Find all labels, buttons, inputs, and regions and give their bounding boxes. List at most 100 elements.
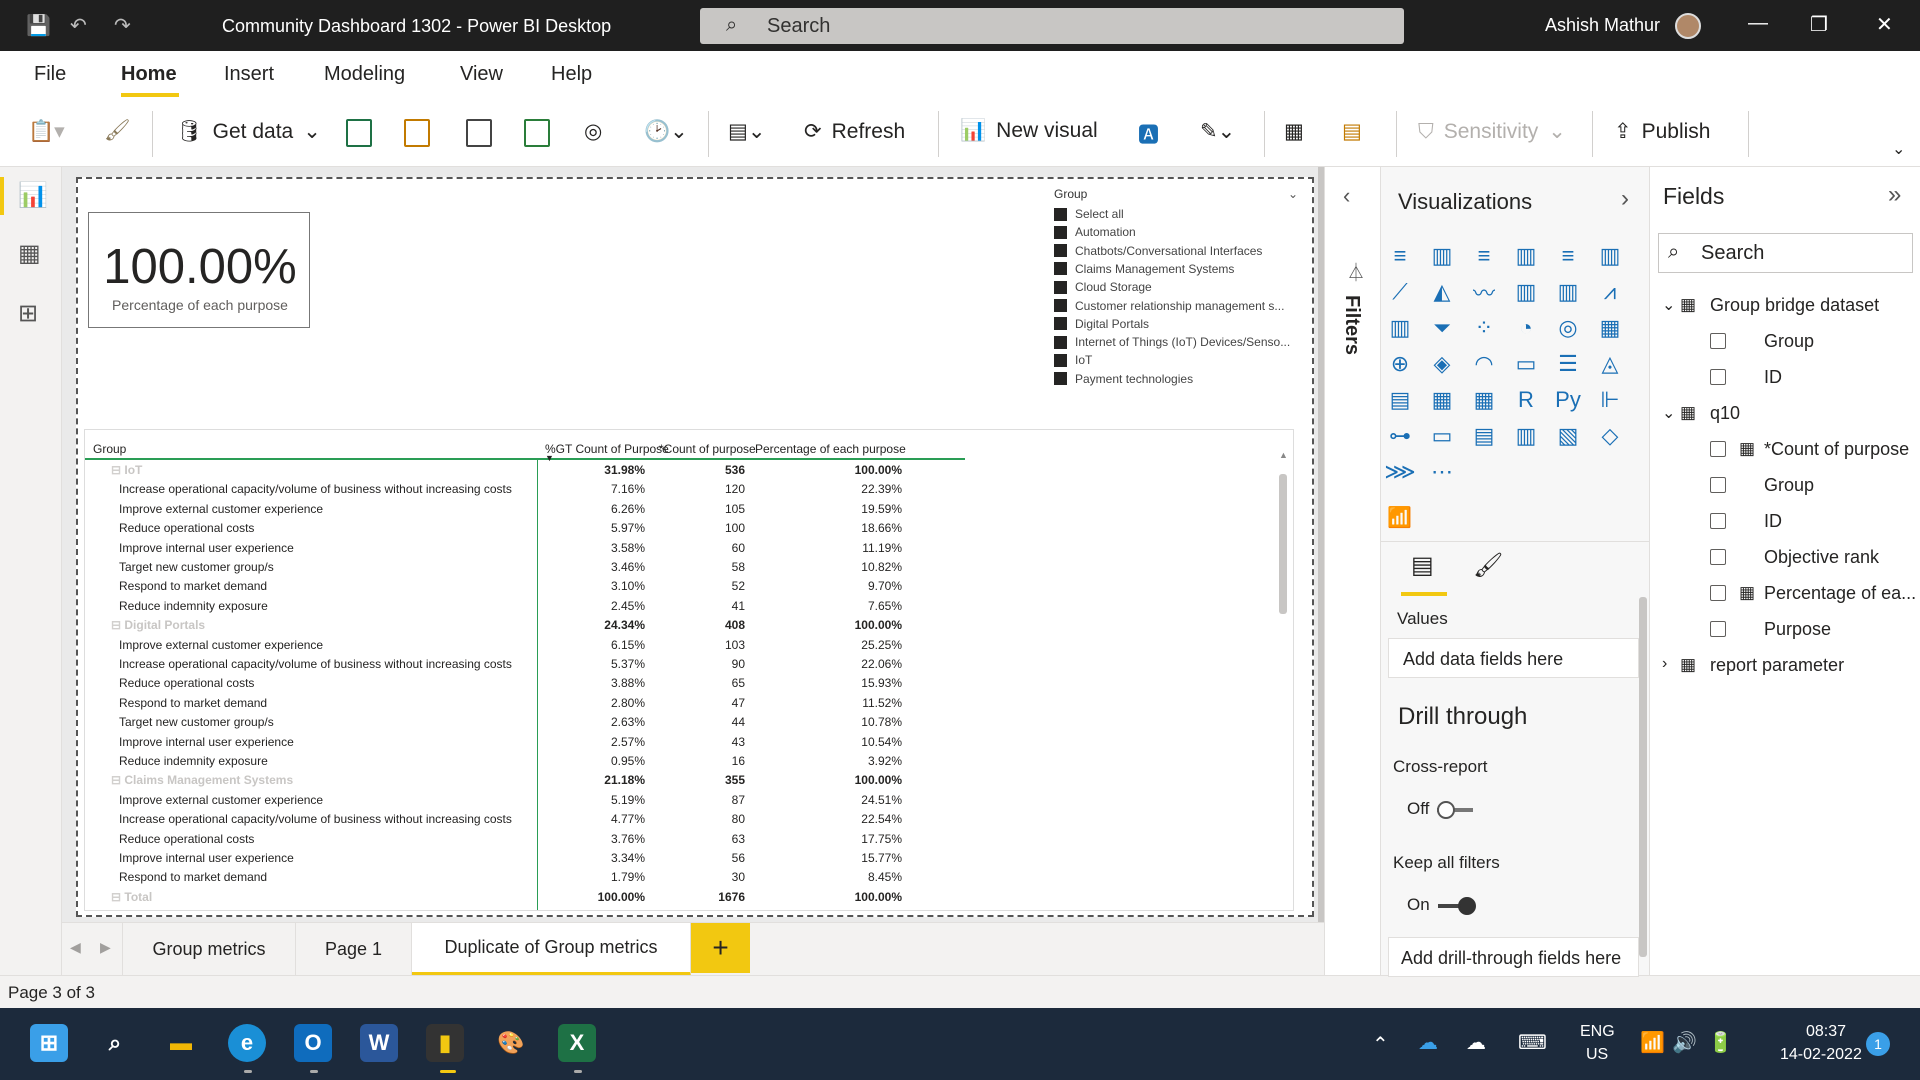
waterfall-icon[interactable]: ▥ bbox=[1387, 315, 1413, 341]
table-row[interactable]: Reduce operational costs 3.76% 63 17.75% bbox=[85, 829, 965, 848]
paint-icon[interactable]: 🎨 bbox=[492, 1024, 530, 1062]
user-name[interactable]: Ashish Mathur bbox=[1545, 15, 1660, 36]
edge-icon[interactable]: e bbox=[228, 1024, 266, 1062]
dataset-icon[interactable] bbox=[404, 119, 430, 147]
power-bi-icon[interactable]: ▮ bbox=[426, 1024, 464, 1062]
search-box[interactable]: ⌕ Search bbox=[700, 8, 1404, 44]
transform-data-icon[interactable]: ▤⌄ bbox=[728, 119, 765, 144]
values-drop-zone[interactable]: Add data fields here bbox=[1388, 638, 1639, 678]
new-measure-icon[interactable]: ▦ bbox=[1284, 119, 1304, 144]
fields-search-input[interactable]: Search bbox=[1658, 233, 1913, 273]
dataverse-icon[interactable]: ◎ bbox=[584, 119, 602, 144]
text-box-icon[interactable]: 🅰 bbox=[1138, 119, 1159, 149]
redo-icon[interactable]: ↷ bbox=[114, 13, 131, 38]
table-row[interactable]: Reduce indemnity exposure 2.45% 41 7.65% bbox=[85, 596, 965, 615]
area-icon[interactable]: ◭ bbox=[1429, 279, 1455, 305]
table-row[interactable]: Improve external customer experience 6.26… bbox=[85, 499, 965, 518]
report-view-icon[interactable]: 📊 bbox=[18, 181, 48, 210]
tab-insert[interactable]: Insert bbox=[224, 63, 274, 86]
datamart-icon[interactable] bbox=[466, 119, 492, 147]
chevron-down-icon[interactable]: ⌄ bbox=[1662, 295, 1675, 315]
checkbox[interactable] bbox=[1710, 441, 1726, 457]
checkbox[interactable] bbox=[1710, 477, 1726, 493]
filters-pane-collapsed[interactable]: ‹ ⏃ Filters bbox=[1324, 167, 1380, 975]
more-icon[interactable]: ⋯ bbox=[1429, 459, 1455, 485]
recent-sources-icon[interactable]: 🕑⌄ bbox=[644, 119, 688, 144]
keyboard-icon[interactable]: ⌨ bbox=[1518, 1030, 1547, 1055]
checkbox[interactable] bbox=[1054, 244, 1067, 258]
field-item[interactable]: ID bbox=[1650, 507, 1920, 537]
refresh-button[interactable]: ⟳ Refresh bbox=[804, 119, 905, 144]
checkbox[interactable] bbox=[1710, 585, 1726, 601]
tab-view[interactable]: View bbox=[460, 63, 503, 86]
report-page[interactable]: 100.00% Percentage of each purpose Group… bbox=[76, 177, 1314, 917]
slicer-item[interactable]: Payment technologies bbox=[1054, 370, 1308, 388]
more-visuals-icon[interactable]: ✎⌄ bbox=[1200, 119, 1235, 144]
page-tab-group-metrics[interactable]: Group metrics bbox=[122, 923, 296, 976]
field-item[interactable]: ▦ *Count of purpose bbox=[1650, 435, 1920, 465]
map-icon[interactable]: ⊕ bbox=[1387, 351, 1413, 377]
field-item[interactable]: Objective rank bbox=[1650, 543, 1920, 573]
line-clustered-icon[interactable]: ▥ bbox=[1555, 279, 1581, 305]
multi-row-card-icon[interactable]: ☰ bbox=[1555, 351, 1581, 377]
language-code[interactable]: ENG bbox=[1580, 1023, 1615, 1041]
checkbox[interactable] bbox=[1710, 369, 1726, 385]
drill-through-drop-zone[interactable]: Add drill-through fields here bbox=[1388, 937, 1639, 977]
clustered-bar-icon[interactable]: ≡ bbox=[1471, 243, 1497, 269]
field-item[interactable]: ▦ Percentage of ea... bbox=[1650, 579, 1920, 609]
field-table[interactable]: › ▦ report parameter bbox=[1650, 651, 1920, 681]
tab-help[interactable]: Help bbox=[551, 63, 592, 86]
field-item[interactable]: ID bbox=[1650, 363, 1920, 393]
checkbox[interactable] bbox=[1054, 353, 1067, 367]
python-visual-icon[interactable]: Py bbox=[1555, 387, 1581, 413]
clustered-column-icon[interactable]: ▥ bbox=[1513, 243, 1539, 269]
stacked-column-icon[interactable]: ▥ bbox=[1429, 243, 1455, 269]
collapse-ribbon-icon[interactable]: ⌄ bbox=[1892, 139, 1905, 159]
scroll-thumb[interactable] bbox=[1279, 474, 1287, 614]
excel-icon[interactable] bbox=[346, 119, 372, 147]
slicer-item[interactable]: Chatbots/Conversational Interfaces bbox=[1054, 242, 1308, 260]
100-bar-icon[interactable]: ≡ bbox=[1555, 243, 1581, 269]
matrix-scrollbar[interactable]: ▲ ▼ bbox=[1279, 450, 1288, 900]
checkbox[interactable] bbox=[1054, 280, 1067, 294]
table-row[interactable]: Improve internal user experience 2.57% 43 1… bbox=[85, 732, 965, 751]
group-row[interactable]: Total 100.00% 1676 100.00% bbox=[85, 887, 965, 906]
field-table[interactable]: ⌄ ▦ q10 bbox=[1650, 399, 1920, 429]
checkbox[interactable] bbox=[1054, 262, 1067, 276]
slicer-item[interactable]: Automation bbox=[1054, 223, 1308, 241]
scroll-up-icon[interactable]: ▲ bbox=[1279, 450, 1288, 460]
table-row[interactable]: Improve internal user experience 3.34% 56 1… bbox=[85, 848, 965, 867]
cross-report-toggle[interactable]: Off bbox=[1407, 799, 1474, 819]
page-tab-duplicate[interactable]: Duplicate of Group metrics bbox=[412, 923, 691, 976]
slicer-item[interactable]: Cloud Storage bbox=[1054, 278, 1308, 296]
close-icon[interactable]: ✕ bbox=[1876, 12, 1893, 37]
search-icon[interactable]: ⌕ bbox=[96, 1024, 134, 1062]
model-view-icon[interactable]: ⊞ bbox=[18, 299, 38, 328]
checkbox[interactable] bbox=[1054, 317, 1067, 331]
checkbox[interactable] bbox=[1710, 513, 1726, 529]
table-row[interactable]: Improve internal user experience 3.58% 60 1… bbox=[85, 538, 965, 557]
checkbox[interactable] bbox=[1710, 549, 1726, 565]
data-view-icon[interactable]: ▦ bbox=[18, 239, 41, 268]
table-row[interactable]: Increase operational capacity/volume of … bbox=[85, 654, 965, 673]
field-item[interactable]: Group bbox=[1650, 471, 1920, 501]
smart-narrative-icon[interactable]: ▥ bbox=[1513, 423, 1539, 449]
checkbox[interactable] bbox=[1710, 333, 1726, 349]
filled-map-icon[interactable]: ◈ bbox=[1429, 351, 1455, 377]
group-row[interactable]: Claims Management Systems 21.18% 355 100.00… bbox=[85, 770, 965, 789]
line-column-icon[interactable]: ▥ bbox=[1513, 279, 1539, 305]
chevron-down-icon[interactable]: ⌄ bbox=[1288, 187, 1298, 201]
table-row[interactable]: Increase operational capacity/volume of … bbox=[85, 479, 965, 498]
chevron-left-icon[interactable]: ‹ bbox=[1343, 183, 1350, 209]
power-automate-icon[interactable]: ◇ bbox=[1597, 423, 1623, 449]
save-icon[interactable]: 💾 bbox=[26, 13, 51, 38]
chevron-down-icon[interactable]: ⌄ bbox=[1662, 403, 1675, 423]
file-explorer-icon[interactable]: ▬ bbox=[162, 1024, 200, 1062]
get-data-button[interactable]: 🛢 Get data ⌄ bbox=[176, 119, 321, 144]
col-header-group[interactable]: Group bbox=[93, 442, 126, 456]
donut-icon[interactable]: ◎ bbox=[1555, 315, 1581, 341]
col-header-gt-count[interactable]: %GT Count of Purpose bbox=[545, 442, 669, 456]
start-icon[interactable]: ⊞ bbox=[30, 1024, 68, 1062]
group-slicer[interactable]: Group ⌄ Select all Automation Chatbots/Con… bbox=[1054, 187, 1308, 387]
table-row[interactable]: Target new customer group/s 2.63% 44 10.78% bbox=[85, 712, 965, 731]
